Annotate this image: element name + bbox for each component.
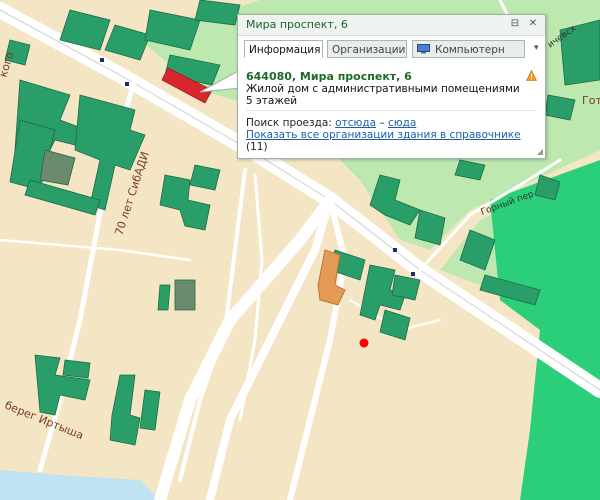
pin-icon[interactable]: ⊟: [509, 18, 521, 29]
route-dash: –: [379, 117, 385, 129]
stop-marker: [125, 82, 129, 86]
popup-divider: [246, 110, 537, 111]
all-orgs-row: Показать все организации здания в справо…: [246, 129, 538, 153]
popup-title: Мира проспект, 6: [246, 18, 348, 31]
tab-scroll-icon[interactable]: ▾: [534, 43, 539, 53]
stop-marker: [393, 248, 397, 252]
address-heading: 644080, Мира проспект, 6: [246, 70, 412, 83]
popup-title-bar[interactable]: Мира проспект, 6 ⊟ ✕: [238, 15, 545, 36]
building-floors: 5 этажей: [246, 95, 298, 107]
building: [189, 164, 221, 191]
building: [174, 279, 196, 311]
tab-computer-label: Компьютерн: [435, 44, 505, 56]
street-label-got: Гот: [582, 94, 600, 107]
building-info-popup: Мира проспект, 6 ⊟ ✕ Информация Организа…: [237, 14, 546, 159]
computer-icon: [417, 44, 430, 54]
all-organizations-link[interactable]: Показать все организации здания в справо…: [246, 129, 521, 141]
route-label: Поиск проезда:: [246, 117, 332, 129]
tab-computer[interactable]: Компьютерн: [412, 40, 525, 58]
tab-organizations[interactable]: Организации: [327, 40, 407, 58]
close-icon[interactable]: ✕: [527, 18, 539, 29]
building-description: Жилой дом с административными помещениям…: [246, 83, 520, 95]
building: [157, 284, 171, 311]
stop-marker: [411, 272, 415, 276]
popup-body: 644080, Мира проспект, 6 Жилой дом с адм…: [246, 70, 538, 153]
resize-grip-icon[interactable]: ◢: [537, 147, 543, 156]
route-search-row: Поиск проезда: отсюда – сюда: [246, 117, 538, 129]
route-from-link[interactable]: отсюда: [335, 117, 376, 129]
warning-icon[interactable]: [526, 70, 537, 81]
location-marker[interactable]: [359, 338, 369, 348]
popup-tabs: Информация Организации Компьютерн ▾: [244, 40, 540, 60]
route-to-link[interactable]: сюда: [388, 117, 416, 129]
stop-marker: [100, 58, 104, 62]
building: [62, 359, 91, 379]
tab-information[interactable]: Информация: [244, 40, 323, 58]
all-organizations-count: (11): [246, 141, 268, 153]
